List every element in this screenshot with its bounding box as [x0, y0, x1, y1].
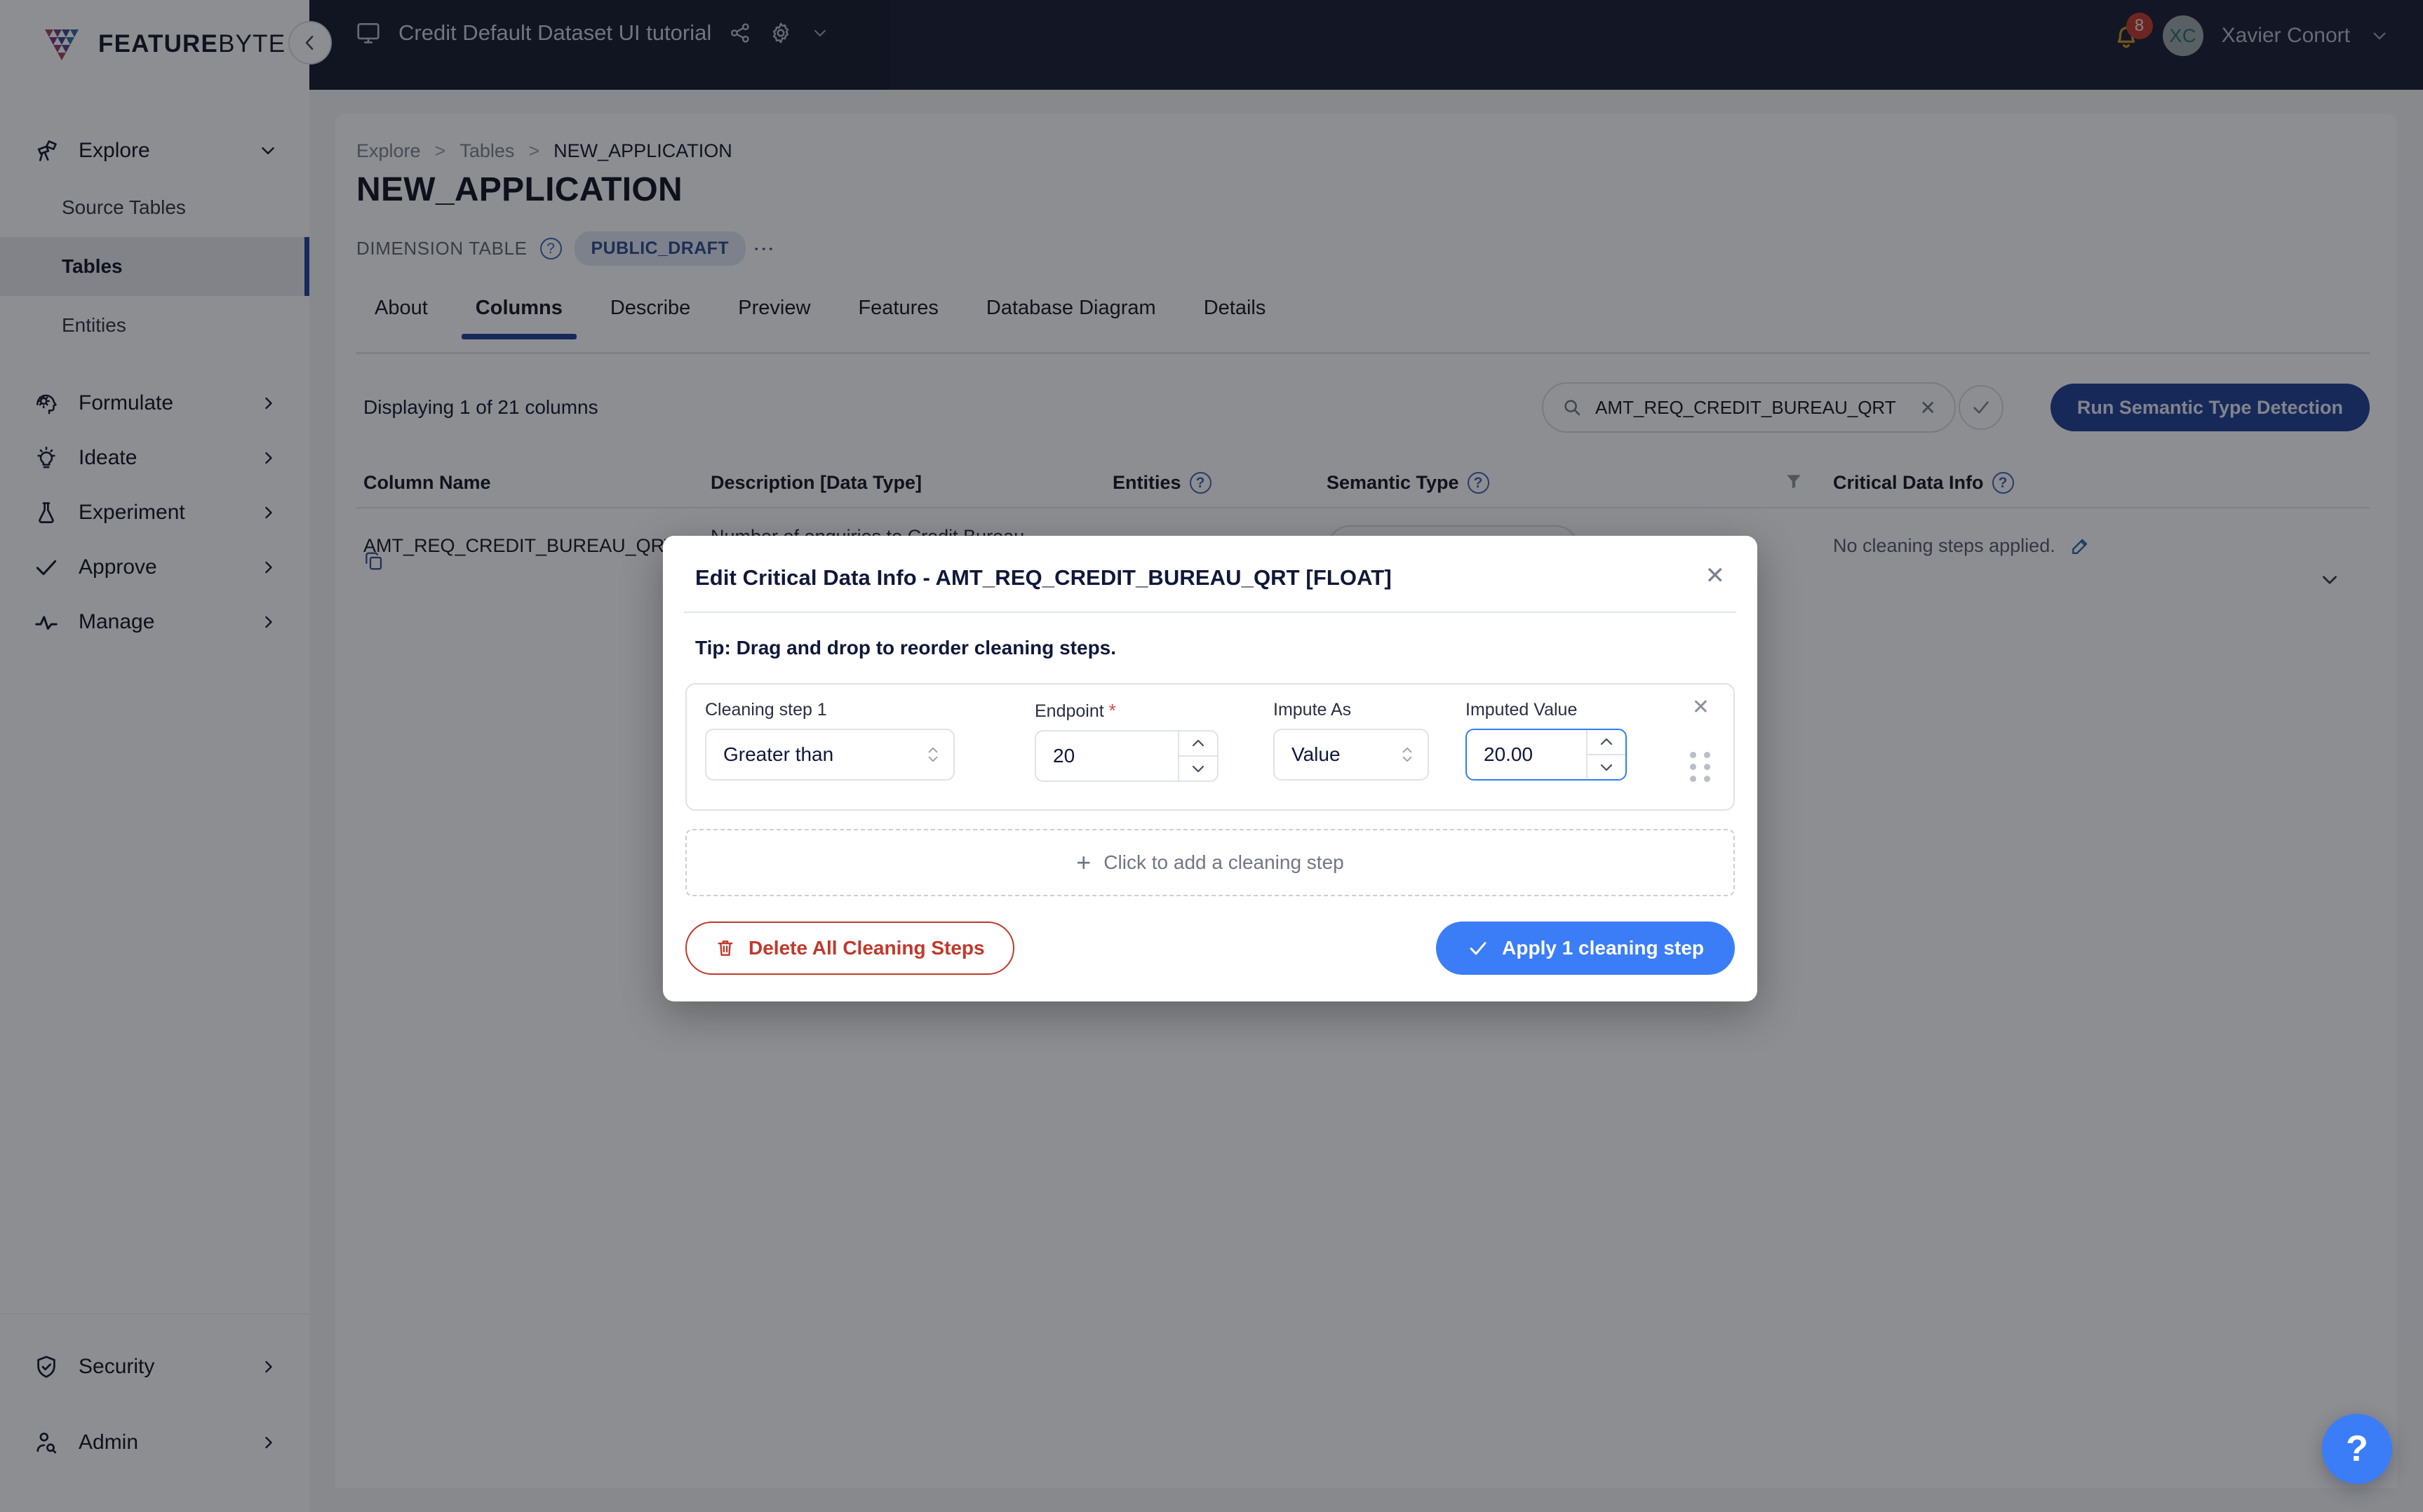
delete-all-cleaning-steps-button[interactable]: Delete All Cleaning Steps: [685, 922, 1014, 975]
app-root: Explore Source Tables Tables Entities Fo…: [0, 0, 2423, 1512]
endpoint-value: 20: [1053, 745, 1075, 767]
imputed-value-label: Imputed Value: [1465, 700, 1578, 720]
endpoint-label: Endpoint *: [1035, 700, 1219, 722]
cleaning-step-row: Cleaning step 1 Greater than Endpoint * …: [685, 683, 1735, 811]
add-cleaning-step-button[interactable]: + Click to add a cleaning step: [685, 829, 1735, 896]
delete-all-cleaning-steps-label: Delete All Cleaning Steps: [749, 937, 985, 959]
trash-icon: [715, 938, 736, 959]
imputed-value-stepper[interactable]: [1586, 730, 1625, 779]
dialog-title: Edit Critical Data Info - AMT_REQ_CREDIT…: [695, 565, 1392, 590]
dialog-footer: Delete All Cleaning Steps Apply 1 cleani…: [685, 922, 1735, 975]
impute-as-select[interactable]: Value: [1273, 729, 1429, 781]
imputed-value-input[interactable]: 20.00: [1465, 729, 1627, 781]
add-cleaning-step-label: Click to add a cleaning step: [1103, 851, 1344, 873]
cleaning-step-condition-value: Greater than: [723, 743, 834, 765]
chevron-up-icon[interactable]: [1179, 731, 1217, 757]
cleaning-step-label: Cleaning step 1: [705, 700, 827, 720]
apply-cleaning-steps-label: Apply 1 cleaning step: [1502, 937, 1704, 959]
help-button[interactable]: ?: [2322, 1414, 2392, 1484]
edit-critical-data-info-dialog: Edit Critical Data Info - AMT_REQ_CREDIT…: [663, 536, 1757, 1001]
endpoint-stepper[interactable]: [1178, 731, 1217, 781]
required-asterisk: *: [1108, 700, 1116, 721]
impute-as-label: Impute As: [1273, 700, 1352, 720]
question-icon: ?: [2346, 1429, 2368, 1469]
endpoint-field: Endpoint * 20: [1035, 700, 1219, 782]
dialog-header: Edit Critical Data Info - AMT_REQ_CREDIT…: [663, 536, 1757, 590]
endpoint-label-text: Endpoint: [1035, 701, 1104, 721]
cleaning-step-condition-field: Cleaning step 1 Greater than: [705, 700, 955, 781]
chevron-down-icon[interactable]: [1588, 755, 1625, 779]
remove-cleaning-step-button[interactable]: ✕: [1692, 697, 1710, 718]
chevron-updown-icon: [925, 743, 941, 767]
impute-as-field: Impute As Value: [1273, 700, 1429, 781]
drag-handle-icon[interactable]: [1690, 752, 1712, 782]
endpoint-input[interactable]: 20: [1035, 730, 1219, 782]
imputed-value: 20.00: [1484, 743, 1533, 765]
chevron-up-icon[interactable]: [1588, 730, 1625, 755]
dialog-tip: Tip: Drag and drop to reorder cleaning s…: [695, 637, 1117, 659]
chevron-updown-icon: [1400, 743, 1415, 767]
plus-icon: +: [1076, 848, 1092, 877]
cleaning-step-condition-select[interactable]: Greater than: [705, 729, 955, 781]
imputed-value-field: Imputed Value 20.00: [1465, 700, 1627, 781]
impute-as-value: Value: [1291, 743, 1341, 765]
chevron-down-icon[interactable]: [1179, 757, 1217, 781]
close-icon[interactable]: ✕: [1705, 564, 1726, 588]
check-icon: [1467, 937, 1489, 959]
apply-cleaning-steps-button[interactable]: Apply 1 cleaning step: [1436, 922, 1735, 975]
